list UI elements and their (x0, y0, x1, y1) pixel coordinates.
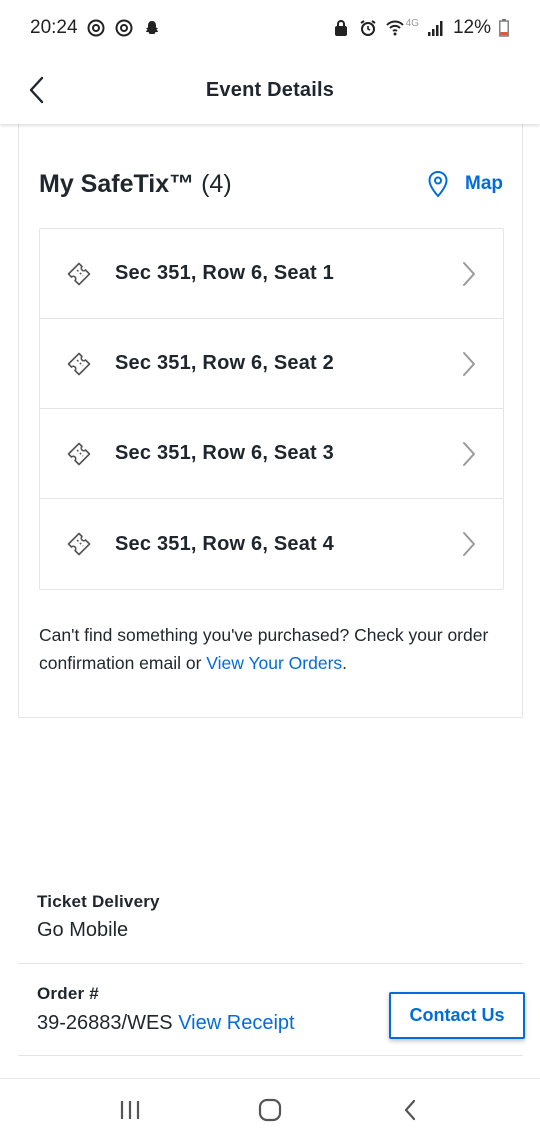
lock-icon (331, 18, 351, 38)
ticket-count: (4) (201, 169, 232, 198)
app-header: Event Details (0, 56, 540, 124)
chevron-right-icon (461, 351, 477, 377)
safetix-card: My SafeTix™ (4) Map Sec 351, Row 6, Seat… (18, 124, 523, 718)
ticket-row[interactable]: Sec 351, Row 6, Seat 4 (40, 499, 503, 589)
status-right: 4G 12% (331, 17, 510, 39)
wifi-icon (385, 18, 405, 38)
notification-icon (86, 18, 106, 38)
home-button[interactable] (240, 1085, 300, 1135)
system-nav-bar (0, 1078, 540, 1140)
notification-icon (114, 18, 134, 38)
order-value-row: 39-26883/WES View Receipt (37, 1012, 295, 1035)
page-title: Event Details (205, 78, 335, 101)
chevron-right-icon (461, 441, 477, 467)
ticket-delivery-section: Ticket Delivery Go Mobile (18, 878, 523, 964)
recent-apps-icon (120, 1100, 140, 1119)
battery-icon (498, 18, 510, 38)
ticket-label: Sec 351, Row 6, Seat 3 (115, 442, 334, 464)
help-text: Can't find something you've purchased? C… (39, 621, 509, 677)
ticket-list: Sec 351, Row 6, Seat 1 Sec 351, Row 6, S… (39, 228, 504, 590)
clock: 20:24 (30, 17, 78, 38)
back-arrow-icon (404, 1099, 416, 1120)
ticket-label: Sec 351, Row 6, Seat 2 (115, 352, 334, 374)
signal-icon (426, 18, 446, 38)
ticket-icon (66, 531, 92, 557)
screen: 20:24 4G 12% Event Details My SafeTix™ (… (0, 0, 540, 1140)
home-icon (258, 1098, 282, 1121)
map-pin-icon (427, 170, 449, 198)
chevron-left-icon (29, 76, 44, 104)
map-link[interactable]: Map (427, 170, 503, 198)
chevron-right-icon (461, 261, 477, 287)
ticket-icon (66, 351, 92, 377)
view-receipt-link[interactable]: View Receipt (178, 1012, 294, 1034)
chevron-right-icon (461, 531, 477, 557)
order-label: Order # (37, 984, 99, 1003)
battery-percent: 12% (452, 17, 491, 38)
ticket-icon (66, 441, 92, 467)
status-left: 20:24 (30, 17, 162, 39)
status-bar: 20:24 4G 12% (0, 0, 540, 56)
safetix-header: My SafeTix™ (4) Map (39, 164, 503, 204)
ticket-delivery-value: Go Mobile (37, 919, 129, 941)
ticket-row[interactable]: Sec 351, Row 6, Seat 3 (40, 409, 503, 499)
system-back-button[interactable] (380, 1085, 440, 1135)
snapchat-icon (142, 18, 162, 38)
recent-apps-button[interactable] (100, 1085, 160, 1135)
safetix-title: My SafeTix™ (4) (39, 170, 232, 199)
order-number: 39-26883/WES (37, 1012, 173, 1034)
ticket-row[interactable]: Sec 351, Row 6, Seat 1 (40, 229, 503, 319)
back-button[interactable] (14, 68, 58, 112)
help-text-end: . (342, 653, 348, 673)
alarm-icon (358, 18, 378, 38)
ticket-label: Sec 351, Row 6, Seat 1 (115, 262, 334, 284)
ticket-label: Sec 351, Row 6, Seat 4 (115, 532, 334, 555)
safetix-title-text: My SafeTix™ (39, 169, 195, 198)
ticket-icon (66, 261, 92, 287)
contact-us-button[interactable]: Contact Us (389, 992, 525, 1039)
view-orders-link[interactable]: View Your Orders (206, 653, 342, 673)
network-type: 4G (405, 17, 419, 29)
ticket-delivery-label: Ticket Delivery (37, 892, 160, 911)
map-label: Map (465, 173, 503, 194)
ticket-row[interactable]: Sec 351, Row 6, Seat 2 (40, 319, 503, 409)
